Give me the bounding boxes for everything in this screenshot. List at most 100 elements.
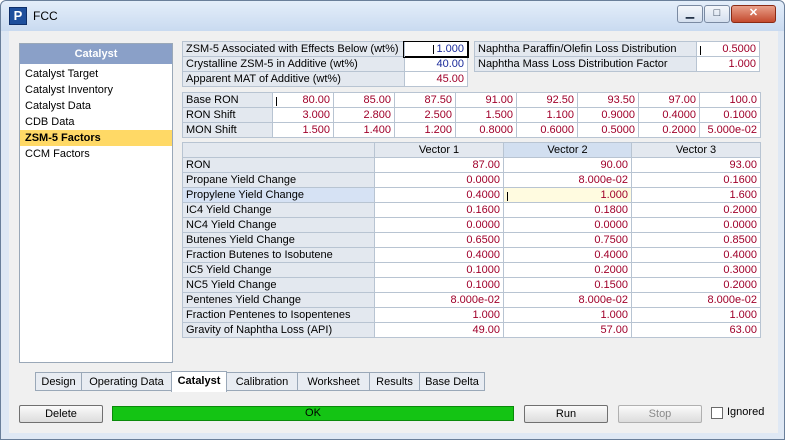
cell[interactable]: 97.00: [638, 92, 700, 108]
cell[interactable]: 1.100: [516, 107, 578, 123]
cell[interactable]: 0.2000: [631, 277, 761, 293]
cell[interactable]: 0.2000: [503, 262, 632, 278]
title-bar[interactable]: P FCC ▁ □ ✕: [1, 1, 784, 31]
sidebar-item-catalyst-target[interactable]: Catalyst Target: [20, 66, 172, 82]
column-header-vector-2[interactable]: Vector 2: [503, 142, 632, 158]
cell[interactable]: 0.4000: [631, 247, 761, 263]
column-header-vector-3[interactable]: Vector 3: [631, 142, 761, 158]
cell[interactable]: 0.9000: [577, 107, 639, 123]
cell[interactable]: 0.8000: [455, 122, 517, 138]
cell[interactable]: 0.3000: [631, 262, 761, 278]
ron-shift-table: Base RON 80.00 85.00 87.50 91.00 92.50 9…: [182, 92, 761, 138]
cell[interactable]: 0.0000: [374, 217, 504, 233]
cell[interactable]: 8.000e-02: [503, 292, 632, 308]
cell[interactable]: 0.1600: [374, 202, 504, 218]
tab-results[interactable]: Results: [369, 372, 420, 391]
cell[interactable]: 3.000: [272, 107, 334, 123]
cell[interactable]: 2.500: [394, 107, 456, 123]
column-header-vector-1[interactable]: Vector 1: [374, 142, 504, 158]
cell[interactable]: 8.000e-02: [631, 292, 761, 308]
cell[interactable]: 91.00: [455, 92, 517, 108]
cell[interactable]: 90.00: [503, 157, 632, 173]
delete-button[interactable]: Delete: [19, 405, 103, 423]
cell[interactable]: 0.2000: [638, 122, 700, 138]
cell[interactable]: 49.00: [374, 322, 504, 338]
cell[interactable]: 1.500: [455, 107, 517, 123]
cell[interactable]: 0.6500: [374, 232, 504, 248]
cell[interactable]: 1.000: [631, 307, 761, 323]
cell[interactable]: 0.4000: [374, 187, 504, 203]
cell[interactable]: 0.1000: [374, 277, 504, 293]
tab-base-delta[interactable]: Base Delta: [419, 372, 485, 391]
cell[interactable]: 0.1600: [631, 172, 761, 188]
cell[interactable]: 87.00: [374, 157, 504, 173]
zsm5-associated-field[interactable]: 1.000: [403, 40, 469, 58]
tab-worksheet[interactable]: Worksheet: [297, 372, 370, 391]
sidebar-item-catalyst-inventory[interactable]: Catalyst Inventory: [20, 82, 172, 98]
apparent-mat-field[interactable]: 45.00: [403, 71, 469, 87]
cell[interactable]: 85.00: [333, 92, 395, 108]
tab-design[interactable]: Design: [35, 372, 82, 391]
additive-label: Apparent MAT of Additive (wt%): [182, 71, 405, 87]
row-label: RON: [182, 157, 375, 173]
sidebar-item-cdb-data[interactable]: CDB Data: [20, 114, 172, 130]
cell[interactable]: 93.00: [631, 157, 761, 173]
cell[interactable]: 0.2000: [631, 202, 761, 218]
cell[interactable]: 93.50: [577, 92, 639, 108]
cell[interactable]: 80.00: [272, 92, 334, 108]
status-bar: OK: [112, 406, 514, 421]
naphtha-mass-loss-field[interactable]: 1.000: [695, 56, 761, 72]
cell[interactable]: 1.400: [333, 122, 395, 138]
cell[interactable]: 0.1000: [374, 262, 504, 278]
table-row: IC4 Yield Change 0.1600 0.1800 0.2000: [182, 202, 761, 218]
close-button[interactable]: ✕: [731, 5, 776, 23]
crystalline-zsm5-field[interactable]: 40.00: [403, 56, 469, 72]
cell[interactable]: 0.0000: [503, 217, 632, 233]
input-marker: [507, 192, 508, 201]
cell[interactable]: 100.0: [699, 92, 761, 108]
run-button[interactable]: Run: [524, 405, 608, 423]
cell[interactable]: 0.6000: [516, 122, 578, 138]
row-label: RON Shift: [182, 107, 273, 123]
cell[interactable]: 5.000e-02: [699, 122, 761, 138]
cell[interactable]: 0.4000: [374, 247, 504, 263]
cell[interactable]: 1.500: [272, 122, 334, 138]
cell[interactable]: 87.50: [394, 92, 456, 108]
ignored-checkbox[interactable]: [711, 407, 723, 419]
cell[interactable]: 1.000: [503, 307, 632, 323]
naphtha-paraffin-olefin-field[interactable]: 0.5000: [695, 41, 761, 57]
cell[interactable]: 0.0000: [631, 217, 761, 233]
cell[interactable]: 1.200: [394, 122, 456, 138]
cell[interactable]: 0.0000: [374, 172, 504, 188]
active-cell[interactable]: 1.000: [503, 187, 632, 203]
cell[interactable]: 0.8500: [631, 232, 761, 248]
cell[interactable]: 0.1800: [503, 202, 632, 218]
cell[interactable]: 0.7500: [503, 232, 632, 248]
maximize-button[interactable]: □: [704, 5, 730, 23]
cell[interactable]: 57.00: [503, 322, 632, 338]
cell[interactable]: 8.000e-02: [374, 292, 504, 308]
cell[interactable]: 63.00: [631, 322, 761, 338]
sidebar-item-catalyst-data[interactable]: Catalyst Data: [20, 98, 172, 114]
tab-operating-data[interactable]: Operating Data: [81, 372, 172, 391]
tab-catalyst[interactable]: Catalyst: [171, 371, 227, 392]
zsm5-associated-value: 1.000: [436, 43, 464, 55]
cell[interactable]: 8.000e-02: [503, 172, 632, 188]
cell[interactable]: 0.4000: [638, 107, 700, 123]
sidebar-item-ccm-factors[interactable]: CCM Factors: [20, 146, 172, 162]
app-icon: P: [9, 7, 27, 25]
tab-calibration[interactable]: Calibration: [226, 372, 298, 391]
cell-value: 80.00: [302, 94, 330, 106]
cell[interactable]: 92.50: [516, 92, 578, 108]
cell[interactable]: 1.600: [631, 187, 761, 203]
sidebar-item-zsm5-factors[interactable]: ZSM-5 Factors: [20, 130, 172, 146]
cell[interactable]: 0.4000: [503, 247, 632, 263]
cell[interactable]: 0.5000: [577, 122, 639, 138]
stop-button[interactable]: Stop: [618, 405, 702, 423]
cell[interactable]: 2.800: [333, 107, 395, 123]
ignored-label: Ignored: [727, 406, 765, 418]
minimize-button[interactable]: ▁: [677, 5, 703, 23]
cell[interactable]: 1.000: [374, 307, 504, 323]
cell[interactable]: 0.1500: [503, 277, 632, 293]
cell[interactable]: 0.1000: [699, 107, 761, 123]
